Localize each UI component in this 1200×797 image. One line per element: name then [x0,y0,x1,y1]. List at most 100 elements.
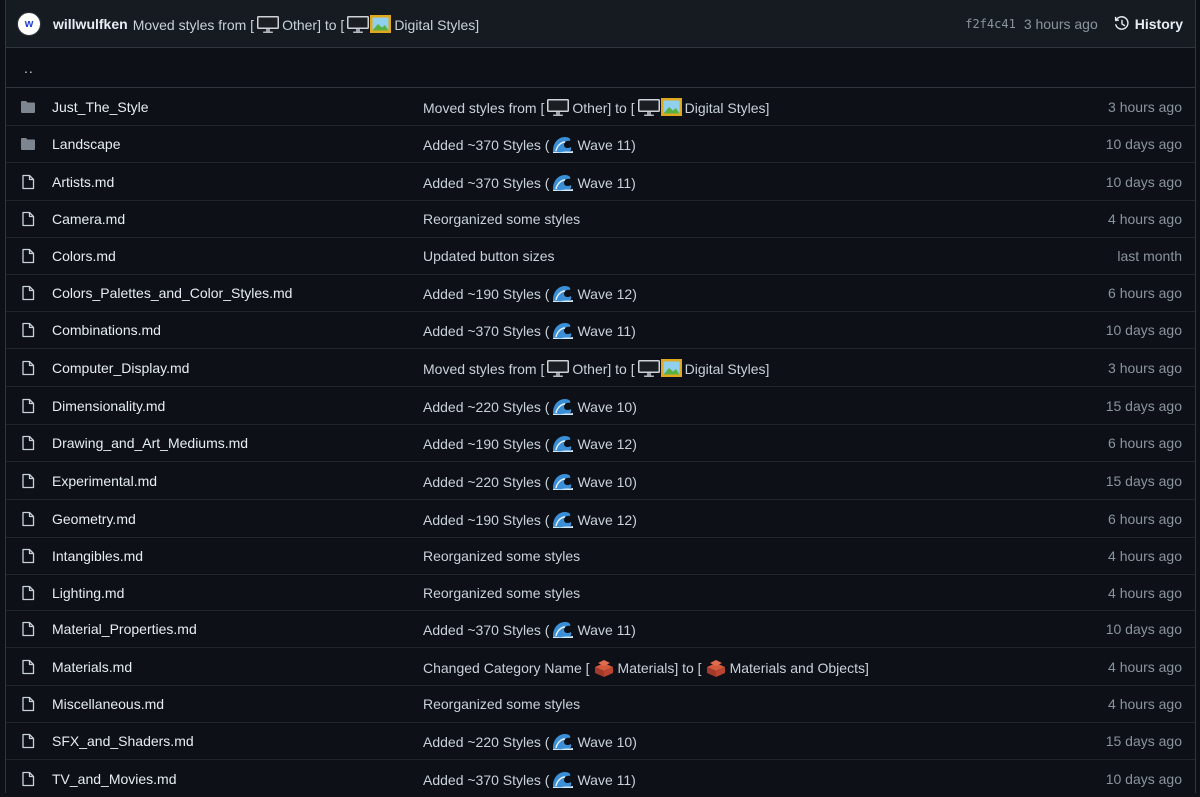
file-name-link[interactable]: Miscellaneous.md [52,696,164,712]
row-commit-message-link[interactable]: Updated button sizes [423,248,555,264]
water-wave-icon [553,473,574,490]
file-name-link[interactable]: Artists.md [52,174,114,190]
commit-sha-link[interactable]: f2f4c41 [965,17,1016,31]
file-icon [22,548,35,564]
row-commit-message-link[interactable]: Added ~190 Styles (Wave 12) [423,433,637,453]
row-commit-message-link[interactable]: Added ~370 Styles (Wave 11) [423,320,636,340]
file-name-link[interactable]: Dimensionality.md [52,398,165,414]
row-last-updated: 15 days ago [1105,733,1182,749]
file-browser: w willwulfken Moved styles from [Other] … [5,0,1196,793]
file-row[interactable]: Camera.md Reorganized some styles 4 hours … [6,201,1195,238]
file-name-link[interactable]: Material_Properties.md [52,621,197,637]
author-avatar[interactable]: w [17,11,41,36]
commit-message-text: Wave 10) [577,473,637,490]
row-last-updated: 10 days ago [1105,173,1182,190]
commit-message-text: Wave 10) [577,734,637,750]
row-commit-message-link[interactable]: Added ~220 Styles (Wave 10) [423,396,637,416]
commit-message-text: Other] to [ [282,16,345,33]
computer-and-framed-picture-icon [637,97,682,116]
row-commit-message-link[interactable]: Added ~370 Styles ( Wave 11) [423,172,636,192]
file-icon [22,211,35,227]
file-row[interactable]: Landscape Added ~370 Styles (Wave 11) 10 d… [6,126,1195,163]
file-row[interactable]: Geometry.md Added ~190 Styles (Wave 12) 6 … [6,500,1195,538]
file-name-link[interactable]: Computer_Display.md [52,360,189,376]
commit-message-text: Wave 12) [577,436,637,452]
water-wave-icon [553,137,574,153]
row-commit-message-link[interactable]: Added ~370 Styles (Wave 11) [423,619,636,639]
file-name-link[interactable]: Camera.md [52,211,125,227]
file-row[interactable]: Miscellaneous.md Reorganized some styles 4… [6,686,1195,723]
folder-name-link[interactable]: Landscape [52,136,121,152]
file-row[interactable]: Materials.md Changed Category Name [Mater… [6,648,1195,686]
file-row[interactable]: Intangibles.md Reorganized some styles 4 h… [6,538,1195,575]
folder-icon [21,100,35,113]
commit-message-text: Added ~370 Styles ( [423,771,550,788]
file-name-link[interactable]: Materials.md [52,659,132,675]
commit-message[interactable]: Moved styles from [Other] to [Digital St… [133,14,479,34]
history-label: History [1134,15,1183,32]
file-name-link[interactable]: Experimental.md [52,473,157,489]
row-last-updated: 4 hours ago [1108,548,1182,564]
file-row[interactable]: Computer_Display.md Moved styles from [Ot… [6,349,1195,387]
row-commit-message-link[interactable]: Reorganized some styles [423,585,580,601]
file-row[interactable]: Drawing_and_Art_Mediums.md Added ~190 Sty… [6,425,1195,462]
commit-message-text: Added ~190 Styles ( [423,511,550,528]
commit-message-text: Other] to [ [572,99,635,116]
file-row[interactable]: SFX_and_Shaders.md Added ~220 Styles (Wav… [6,723,1195,760]
file-name-link[interactable]: Colors_Palettes_and_Color_Styles.md [52,285,292,301]
row-commit-message-link[interactable]: Moved styles from [Other] to [Digital St… [423,358,769,378]
row-commit-message-link[interactable]: Reorganized some styles [423,696,580,712]
file-row[interactable]: TV_and_Movies.md Added ~370 Styles (Wave … [6,760,1195,797]
file-row[interactable]: Just_The_Style Moved styles from [Other] … [6,88,1195,126]
commit-message-text: Wave 11) [577,622,636,638]
file-row[interactable]: Material_Properties.md Added ~370 Styles … [6,611,1195,648]
row-commit-message-link[interactable]: Added ~370 Styles (Wave 11) [423,769,636,789]
file-icon [22,174,35,189]
commit-author-link[interactable]: willwulfken [53,16,128,32]
file-icon [22,322,35,338]
row-commit-message-link[interactable]: Reorganized some styles [423,548,580,564]
commit-message-text: Wave 11) [577,174,636,191]
file-row[interactable]: Lighting.md Reorganized some styles 4 hour… [6,575,1195,611]
row-last-updated: 10 days ago [1105,770,1182,787]
file-icon [22,285,35,301]
parent-directory-row[interactable]: .. [6,48,1195,88]
file-row[interactable]: Experimental.md Added ~220 Styles (Wave 1… [6,462,1195,500]
row-commit-message-link[interactable]: Reorganized some styles [423,211,580,227]
file-name-link[interactable]: SFX_and_Shaders.md [52,733,194,749]
commit-message-text: Wave 10) [577,398,637,415]
file-name-link[interactable]: Combinations.md [52,322,161,338]
water-wave-icon [553,398,574,415]
file-row[interactable]: Colors_Palettes_and_Color_Styles.md Added… [6,275,1195,312]
file-row[interactable]: Dimensionality.md Added ~220 Styles (Wave… [6,387,1195,425]
commit-message-text: Added ~370 Styles ( [423,174,550,191]
row-commit-message-link[interactable]: Added ~190 Styles (Wave 12) [423,509,637,529]
file-list: Just_The_Style Moved styles from [Other] … [6,88,1195,797]
row-last-updated: last month [1117,248,1182,264]
history-button[interactable]: History [1114,16,1183,32]
row-commit-message-link[interactable]: Changed Category Name [Materials] to [Ma… [423,657,869,677]
file-row[interactable]: Colors.md Updated button sizes last month [6,238,1195,275]
parent-directory-link[interactable]: .. [24,60,34,76]
row-commit-message-link[interactable]: Added ~370 Styles (Wave 11) [423,134,636,154]
file-name-link[interactable]: Drawing_and_Art_Mediums.md [52,435,248,451]
row-commit-message-link[interactable]: Moved styles from [Other] to [Digital St… [423,97,769,117]
file-row[interactable]: Combinations.md Added ~370 Styles (Wave 1… [6,312,1195,349]
commit-message-text: Updated button sizes [423,248,555,264]
folder-name-link[interactable]: Just_The_Style [52,99,149,115]
file-name-link[interactable]: Intangibles.md [52,548,143,564]
row-commit-message-link[interactable]: Added ~220 Styles (Wave 10) [423,471,637,491]
file-row[interactable]: Artists.md Added ~370 Styles ( Wave 11) 10 … [6,163,1195,201]
desktop-computer-icon [257,15,280,33]
commit-message-text: Reorganized some styles [423,548,581,564]
file-name-link[interactable]: TV_and_Movies.md [52,771,177,787]
row-commit-message-link[interactable]: Added ~220 Styles (Wave 10) [423,731,637,751]
file-name-link[interactable]: Lighting.md [52,585,124,601]
row-commit-message-link[interactable]: Added ~190 Styles (Wave 12) [423,283,637,303]
file-name-link[interactable]: Colors.md [52,248,116,264]
file-name-link[interactable]: Geometry.md [52,511,136,527]
row-last-updated: 10 days ago [1105,621,1182,637]
row-last-updated: 6 hours ago [1108,435,1182,451]
commit-message-text: Reorganized some styles [423,211,581,227]
desktop-computer-icon [547,359,570,377]
